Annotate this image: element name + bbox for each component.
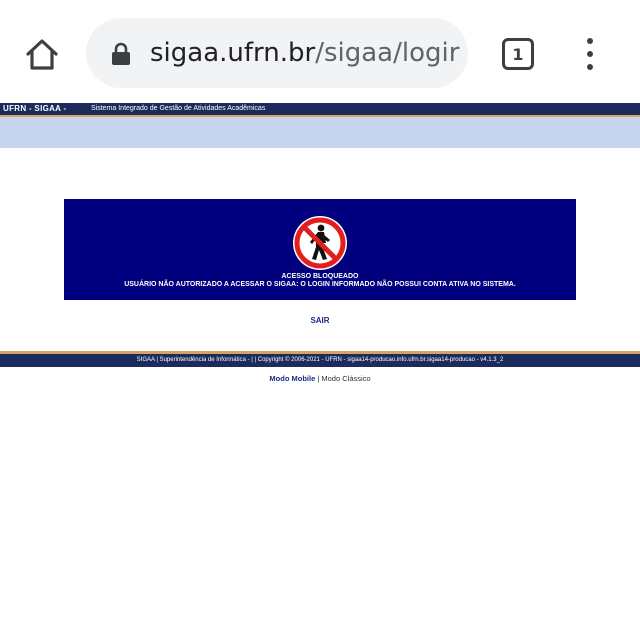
mode-mobile-link[interactable]: Modo Mobile <box>269 374 315 383</box>
footer-text: SIGAA | Superintendência de Informática … <box>136 357 504 363</box>
mode-classic-link[interactable]: Modo Clássico <box>321 374 370 383</box>
url-path: /sigaa/logir <box>315 38 460 68</box>
mode-separator: | <box>317 374 320 383</box>
menu-dot <box>587 38 593 44</box>
address-bar[interactable]: sigaa.ufrn.br/sigaa/logir <box>86 18 468 88</box>
exit-link-label[interactable]: SAIR <box>310 316 329 325</box>
browser-toolbar: sigaa.ufrn.br/sigaa/logir 1 <box>0 0 640 103</box>
menu-dot <box>587 51 593 57</box>
lock-icon <box>112 42 130 65</box>
menu-dot <box>587 64 593 70</box>
blocked-title: ACESSO BLOQUEADO <box>281 273 359 280</box>
access-blocked-panel: ACESSO BLOQUEADO USUÁRIO NÃO AUTORIZADO … <box>64 199 576 300</box>
blocked-message: USUÁRIO NÃO AUTORIZADO A ACESSAR O SIGAA… <box>124 281 516 288</box>
url-host: sigaa.ufrn.br <box>150 38 316 68</box>
system-description: Sistema Integrado de Gestão de Atividade… <box>91 105 266 112</box>
exit-link[interactable]: SAIR <box>0 316 640 326</box>
sigaa-header: UFRN - SIGAA - Sistema Integrado de Gest… <box>0 103 640 115</box>
system-name: UFRN - SIGAA - <box>3 104 67 113</box>
home-button[interactable] <box>22 34 62 74</box>
more-vert-icon[interactable] <box>578 36 602 72</box>
view-mode-links: Modo Mobile | Modo Clássico <box>0 374 640 384</box>
menu-strip <box>0 117 640 148</box>
footer-bar: SIGAA | Superintendência de Informática … <box>0 354 640 367</box>
no-entry-pedestrian-icon <box>293 216 347 270</box>
tab-switcher-button[interactable]: 1 <box>502 38 534 70</box>
tab-count: 1 <box>512 44 524 64</box>
url-text: sigaa.ufrn.br/sigaa/logir <box>150 34 459 72</box>
home-icon <box>26 39 58 70</box>
